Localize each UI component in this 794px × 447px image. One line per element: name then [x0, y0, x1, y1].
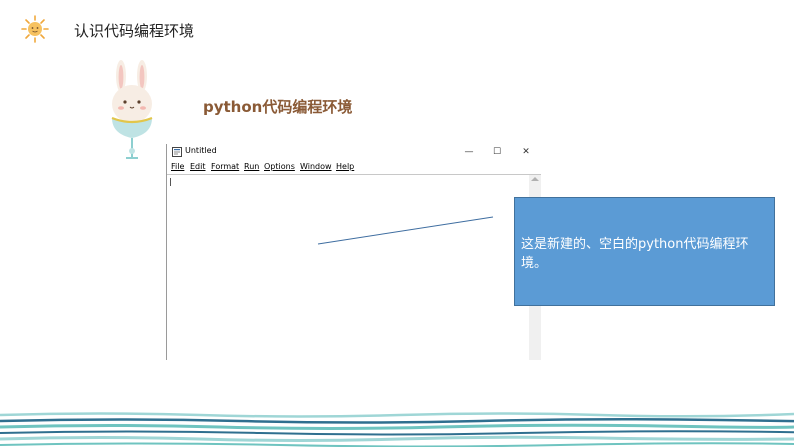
menu-edit[interactable]: Edit — [190, 162, 206, 171]
text-caret — [170, 178, 171, 186]
idle-editor-window: Untitled — ☐ ✕ File Edit Format Run Opti… — [166, 144, 541, 360]
bunny-illustration — [111, 60, 153, 159]
callout-text: 这是新建的、空白的python代码编程环境。 — [521, 237, 749, 271]
code-editor-area[interactable] — [167, 175, 529, 360]
callout-box: 这是新建的、空白的python代码编程环境。 — [514, 197, 775, 306]
idle-app-icon — [172, 147, 182, 157]
window-title: Untitled — [185, 146, 217, 155]
wave-decoration — [0, 412, 794, 447]
menu-window[interactable]: Window — [300, 162, 332, 171]
scroll-up-arrow-icon[interactable] — [531, 177, 539, 181]
window-titlebar[interactable]: Untitled — ☐ ✕ — [167, 144, 541, 160]
slide-title: 认识代码编程环境 — [74, 22, 195, 40]
menu-options[interactable]: Options — [264, 162, 295, 171]
menu-format[interactable]: Format — [211, 162, 239, 171]
close-button[interactable]: ✕ — [514, 144, 538, 160]
sun-icon — [21, 15, 49, 43]
minimize-button[interactable]: — — [457, 144, 481, 160]
menu-file[interactable]: File — [171, 162, 184, 171]
menu-help[interactable]: Help — [336, 162, 354, 171]
maximize-button[interactable]: ☐ — [485, 144, 509, 160]
section-subtitle: python代码编程环境 — [203, 98, 353, 116]
menu-bar: File Edit Format Run Options Window Help — [167, 162, 541, 174]
menu-run[interactable]: Run — [244, 162, 259, 171]
